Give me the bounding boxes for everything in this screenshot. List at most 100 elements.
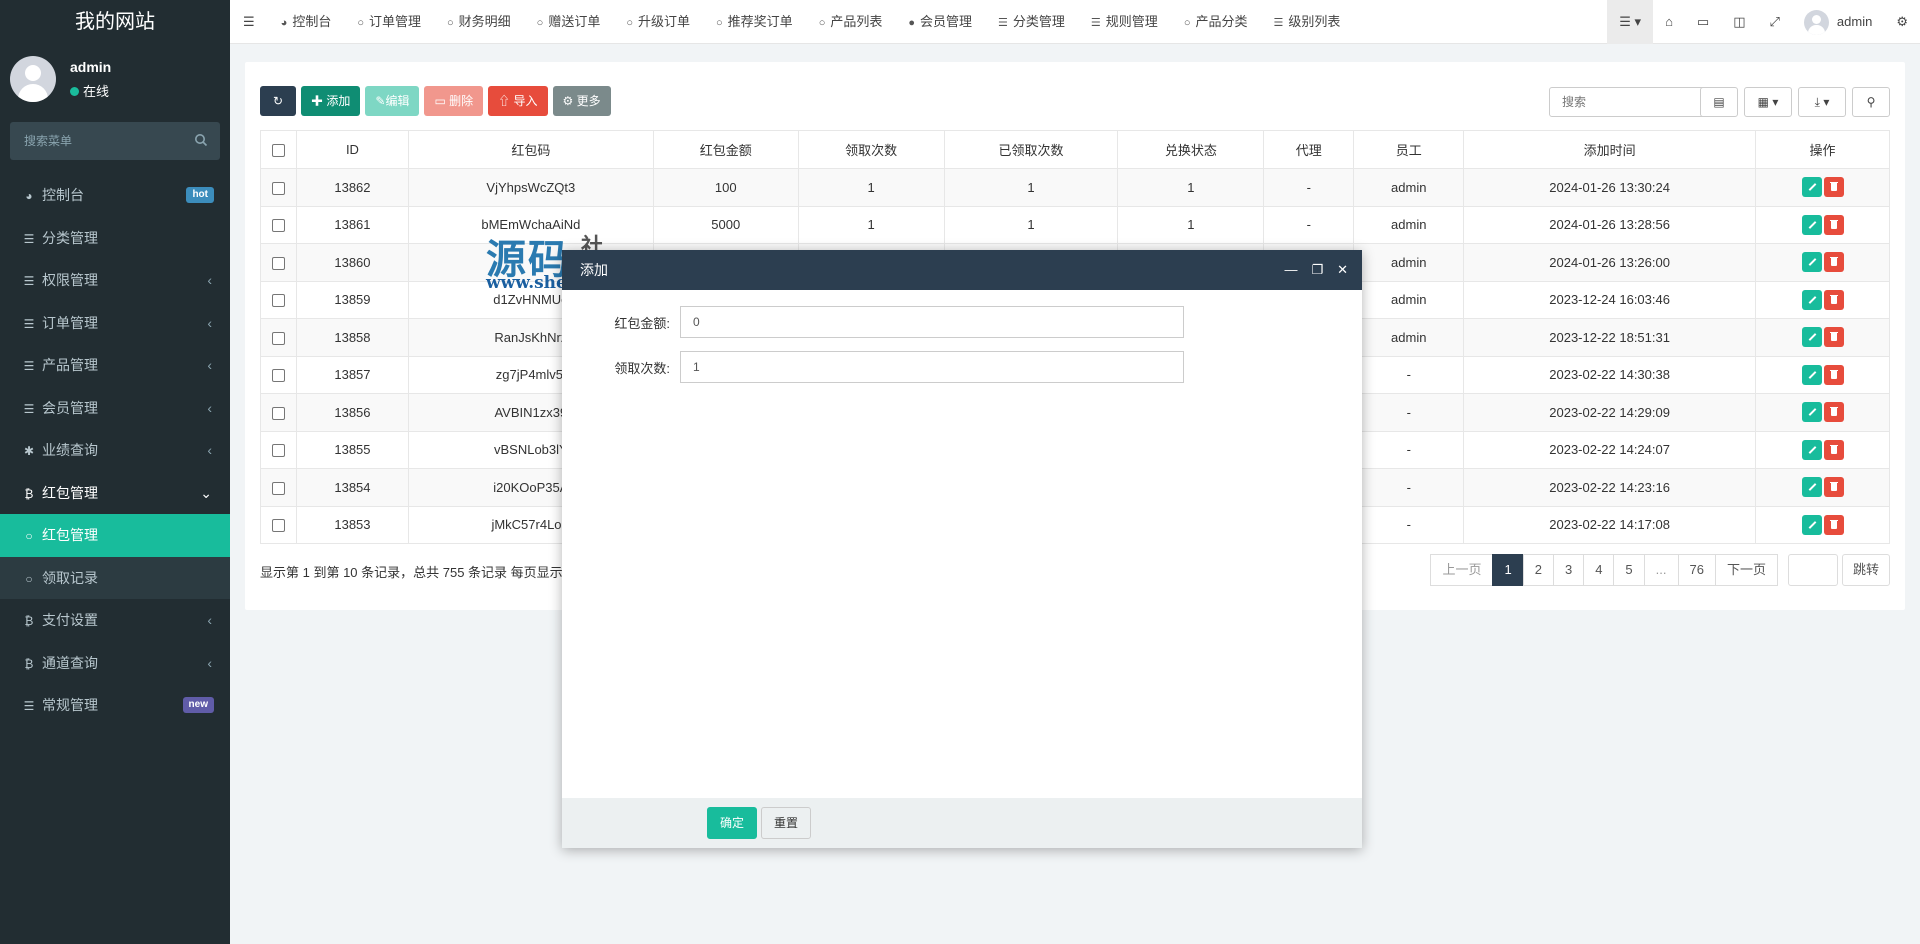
delete-row-icon[interactable] (1823, 477, 1844, 498)
tab-orders[interactable]: ○ 订单管理 (344, 0, 434, 44)
tab-members[interactable]: ● 会员管理 (895, 0, 985, 44)
sidebar-item-auth[interactable]: ☰ 权限管理 ‹ (0, 259, 230, 302)
page-button[interactable]: 4 (1583, 554, 1615, 586)
dialog-header[interactable]: 添加 — ❐ ✕ (562, 250, 1362, 290)
sidebar-item-performance[interactable]: ✱ 业绩查询 ‹ (0, 429, 230, 472)
edit-row-icon[interactable] (1801, 402, 1822, 423)
row-checkbox[interactable] (271, 481, 285, 495)
sidebar-item-redpacket[interactable]: ○ 红包管理 (0, 514, 230, 557)
page-button[interactable]: 2 (1522, 554, 1554, 586)
edit-row-icon[interactable] (1801, 364, 1822, 385)
confirm-button[interactable]: 确定 (707, 807, 758, 839)
edit-row-icon[interactable] (1801, 252, 1822, 273)
row-select-cell[interactable] (260, 280, 297, 319)
refresh-button[interactable]: ↻ (260, 86, 296, 116)
sidebar-item-dashboard[interactable]: ◕ 控制台 hot (0, 174, 230, 217)
tab-referral-orders[interactable]: ○ 推荐奖订单 (703, 0, 806, 44)
edit-row-icon[interactable] (1801, 289, 1822, 310)
row-select-cell[interactable] (260, 168, 297, 207)
select-all-cell[interactable] (260, 130, 297, 169)
claim-count-input[interactable] (680, 351, 1184, 383)
toggle-view-button[interactable]: ▤ (1700, 87, 1738, 117)
delete-row-icon[interactable] (1823, 252, 1844, 273)
sidebar-toggle[interactable]: ☰ (230, 0, 268, 44)
row-select-cell[interactable] (260, 468, 297, 507)
page-button[interactable]: 1 (1492, 554, 1524, 586)
table-row[interactable]: 13862 VjYhpsWcZQt3 100 1 1 1- admin 2024-01-26 … (260, 168, 1890, 207)
settings-button[interactable]: ⚙ (1884, 0, 1920, 44)
row-select-cell[interactable] (260, 505, 297, 544)
page-button[interactable]: 76 (1677, 554, 1716, 586)
delete-row-icon[interactable] (1823, 177, 1844, 198)
sidebar-item-claim-records[interactable]: ○ 领取记录 (0, 556, 230, 599)
import-button[interactable]: ⇧ 导入 (488, 86, 548, 116)
delete-row-icon[interactable] (1823, 327, 1844, 348)
minimize-icon[interactable]: — (1284, 250, 1297, 290)
row-checkbox[interactable] (271, 444, 285, 458)
fullscreen-button[interactable]: ⤢ (1758, 0, 1792, 44)
edit-row-icon[interactable] (1801, 514, 1822, 535)
more-button[interactable]: ⚙ 更多 (552, 86, 611, 116)
delete-row-icon[interactable] (1823, 364, 1844, 385)
edit-row-icon[interactable] (1801, 327, 1822, 348)
edit-row-icon[interactable] (1801, 477, 1822, 498)
row-checkbox[interactable] (271, 219, 285, 233)
tab-products[interactable]: ○ 产品列表 (806, 0, 896, 44)
page-button[interactable]: 5 (1613, 554, 1645, 586)
sidebar-item-payment[interactable]: ₿ 支付设置 ‹ (0, 599, 230, 642)
col-header[interactable]: 领取次数 (797, 130, 945, 169)
tab-dashboard[interactable]: ◕ 控制台 (268, 0, 345, 44)
col-header[interactable]: 添加时间 (1463, 130, 1757, 169)
row-checkbox[interactable] (271, 294, 285, 308)
menu-search-input[interactable] (10, 122, 220, 160)
maximize-icon[interactable]: ❐ (1311, 250, 1323, 290)
sidebar-item-orders[interactable]: ☰ 订单管理 ‹ (0, 302, 230, 345)
sidebar-item-general[interactable]: ☰ 常规管理 new (0, 684, 230, 727)
export-button[interactable]: ⤓ ▾ (1798, 87, 1846, 117)
reset-button[interactable]: 重置 (761, 807, 812, 839)
col-header[interactable]: 已领取次数 (943, 130, 1119, 169)
amount-input[interactable] (680, 306, 1184, 338)
columns-button[interactable]: ▦ ▾ (1744, 87, 1792, 117)
sidebar-item-channel[interactable]: ₿ 通道查询 ‹ (0, 642, 230, 685)
select-all-checkbox[interactable] (271, 144, 285, 158)
delete-row-icon[interactable] (1823, 514, 1844, 535)
user-menu[interactable]: admin (1792, 0, 1884, 44)
common-search-button[interactable]: ⚲ (1852, 87, 1890, 117)
col-header[interactable]: 红包码 (407, 130, 654, 169)
next-page-button[interactable]: 下一页 (1714, 554, 1778, 586)
delete-button[interactable]: ▭ 删除 (424, 86, 484, 116)
row-checkbox[interactable] (271, 331, 285, 345)
row-select-cell[interactable] (260, 243, 297, 282)
tab-category[interactable]: ☰ 分类管理 (985, 0, 1078, 44)
tabs-dropdown[interactable]: ☰ ▾ (1607, 0, 1654, 44)
edit-row-icon[interactable] (1801, 214, 1822, 235)
prev-page-button[interactable]: 上一页 (1430, 554, 1494, 586)
delete-row-icon[interactable] (1823, 402, 1844, 423)
search-icon[interactable] (194, 133, 208, 147)
row-checkbox[interactable] (271, 519, 285, 533)
row-select-cell[interactable] (260, 430, 297, 469)
col-header[interactable]: 红包金额 (652, 130, 799, 169)
add-button[interactable]: ✚ 添加 (301, 86, 361, 116)
sidebar-item-category[interactable]: ☰ 分类管理 (0, 217, 230, 260)
row-select-cell[interactable] (260, 355, 297, 394)
site-logo[interactable]: 我的网站 (0, 0, 230, 44)
tab-gift-orders[interactable]: ○ 赠送订单 (524, 0, 614, 44)
table-row[interactable]: 13861 bMEmWchaAiNd 5000 1 1 1- admin 2024-01-26… (260, 205, 1890, 244)
delete-row-icon[interactable] (1823, 289, 1844, 310)
col-header[interactable]: 员工 (1353, 130, 1465, 169)
sidebar-item-products[interactable]: ☰ 产品管理 ‹ (0, 344, 230, 387)
table-search-input[interactable] (1549, 87, 1721, 117)
page-button[interactable]: 3 (1552, 554, 1585, 586)
tab-levels[interactable]: ☰ 级别列表 (1260, 0, 1353, 44)
tab-upgrade-orders[interactable]: ○ 升级订单 (613, 0, 703, 44)
clear-cache-button[interactable]: ▭ (1685, 0, 1721, 44)
edit-row-icon[interactable] (1801, 439, 1822, 460)
tab-rules[interactable]: ☰ 规则管理 (1078, 0, 1171, 44)
language-button[interactable]: ◫ (1721, 0, 1757, 44)
row-select-cell[interactable] (260, 318, 297, 357)
edit-row-icon[interactable] (1801, 177, 1822, 198)
row-select-cell[interactable] (260, 393, 297, 432)
tab-product-category[interactable]: ○ 产品分类 (1171, 0, 1261, 44)
